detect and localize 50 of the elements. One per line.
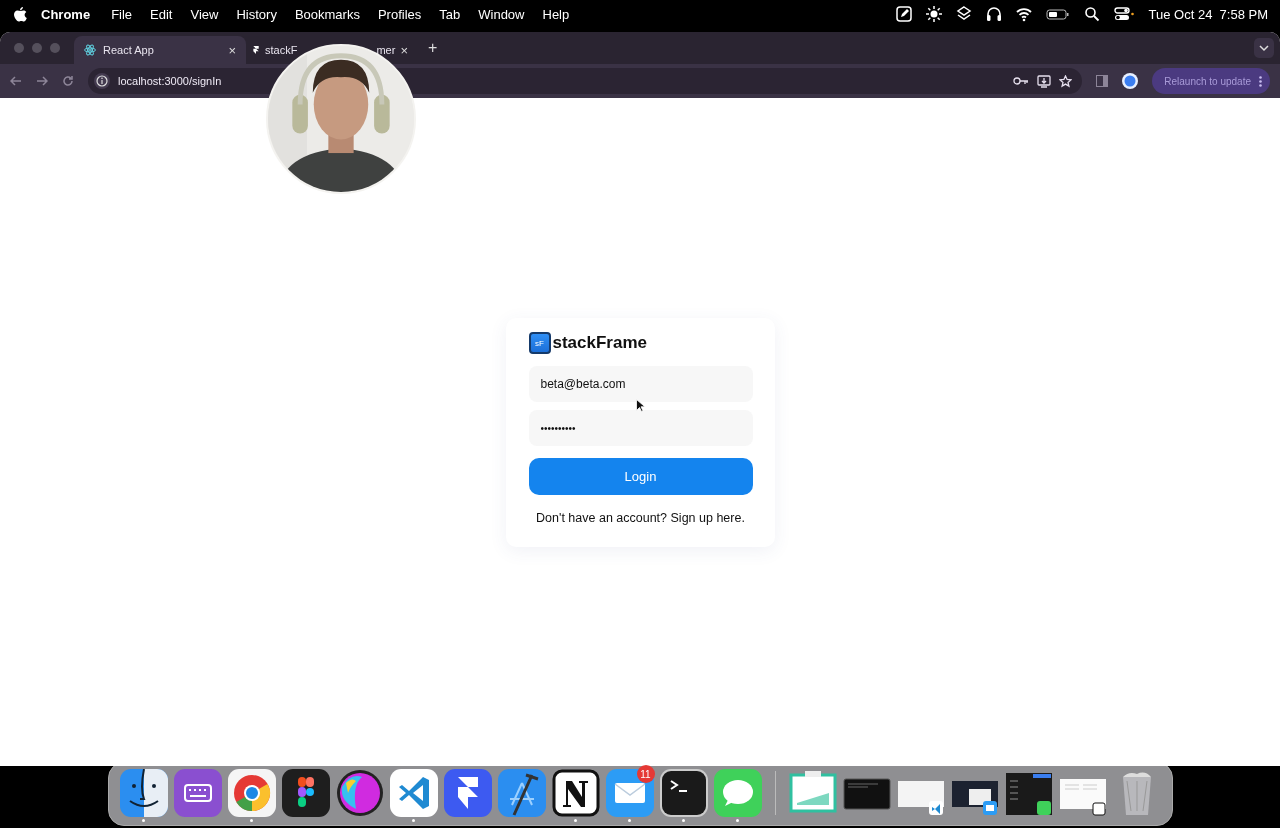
login-button[interactable]: Login	[528, 458, 753, 495]
search-icon[interactable]	[1083, 6, 1100, 22]
new-tab-button[interactable]: +	[428, 39, 438, 57]
close-tab-icon[interactable]: ×	[228, 42, 236, 58]
back-icon[interactable]	[10, 75, 22, 87]
clock[interactable]: Tue Oct 24 7:58 PM	[1148, 6, 1268, 22]
code-editor-icon[interactable]	[389, 769, 438, 817]
keyboard-icon[interactable]	[173, 769, 222, 817]
wifi-icon[interactable]	[1015, 6, 1032, 22]
headphones-icon[interactable]	[985, 6, 1002, 22]
info-icon[interactable]	[94, 73, 110, 89]
brand-logo: sF	[528, 332, 551, 354]
side-panel-icon[interactable]	[1096, 75, 1109, 87]
terminal-icon[interactable]	[659, 769, 708, 817]
menu-item[interactable]: Edit	[141, 6, 182, 22]
profile-avatar-icon[interactable]	[1122, 73, 1139, 89]
color-wheel-icon[interactable]	[335, 769, 384, 817]
menu-item[interactable]: View	[181, 6, 228, 22]
sun-icon[interactable]	[925, 6, 942, 22]
battery-icon[interactable]	[1045, 6, 1070, 22]
relaunch-button[interactable]: Relaunch to update	[1152, 68, 1270, 94]
control-center-icon[interactable]	[1113, 6, 1134, 22]
menu-item[interactable]: Help	[533, 6, 579, 22]
layers-icon[interactable]	[955, 6, 972, 22]
app-menu[interactable]: Chrome	[27, 6, 103, 22]
signup-prompt: Don't have an account? Sign up here.	[535, 511, 746, 525]
forward-icon[interactable]	[36, 75, 48, 87]
mouse-cursor-icon	[635, 399, 645, 412]
menu-item[interactable]: History	[227, 6, 286, 22]
install-app-icon[interactable]	[1037, 74, 1052, 88]
menu-item[interactable]: Tab	[430, 6, 470, 22]
apple-icon	[14, 6, 27, 22]
mail-icon[interactable]	[605, 769, 654, 817]
chevron-down-icon[interactable]	[1254, 38, 1274, 58]
browser-tab[interactable]: React App ×	[74, 36, 246, 64]
key-icon[interactable]	[1013, 75, 1030, 87]
chat-bubble-icon[interactable]	[713, 769, 762, 817]
brand-name: stackFrame	[552, 333, 647, 353]
menu-item[interactable]: File	[102, 6, 142, 22]
email-field[interactable]: beta@beta.com	[528, 366, 753, 402]
atom-icon	[84, 44, 96, 56]
menu-item[interactable]: Profiles	[368, 6, 431, 22]
reload-icon[interactable]	[62, 75, 74, 87]
hammer-icon[interactable]	[497, 769, 546, 817]
more-icon[interactable]	[1259, 75, 1262, 87]
menu-item[interactable]: Bookmarks	[285, 6, 369, 22]
menu-item[interactable]: Window	[469, 6, 534, 22]
star-icon[interactable]	[1059, 74, 1073, 88]
password-field[interactable]: ••••••••••	[528, 410, 753, 446]
note-icon[interactable]	[895, 6, 912, 22]
